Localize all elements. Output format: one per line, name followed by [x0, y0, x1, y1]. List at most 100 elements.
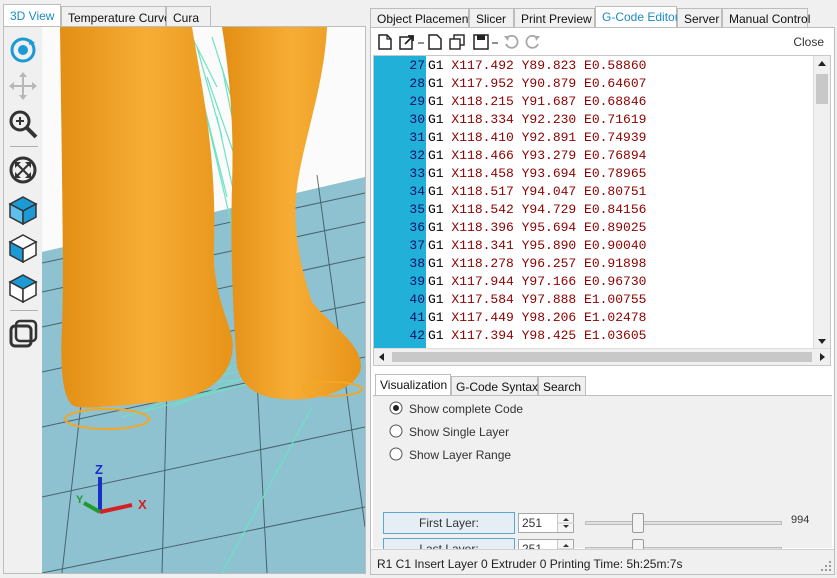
tab-print-preview[interactable]: Print Preview: [514, 8, 595, 29]
redo-icon[interactable]: [525, 34, 541, 50]
line-number: 32: [409, 148, 425, 163]
first-layer-slider-thumb[interactable]: [631, 513, 644, 533]
gcode-editor-panel: Close 2728293031323334353637383940414243…: [370, 27, 835, 575]
gcode-arguments: X118.466 Y93.279 E0.76894: [443, 148, 647, 163]
first-layer-stepper[interactable]: [557, 514, 574, 532]
export-icon[interactable]: [399, 34, 415, 50]
toolbar-divider: [10, 310, 38, 311]
gcode-command: G1: [428, 274, 444, 289]
gcode-arguments: X117.394 Y98.425 E1.03605: [443, 328, 647, 343]
new-file-icon[interactable]: [377, 34, 393, 50]
gcode-line[interactable]: G1 X118.396 Y95.694 E0.89025: [428, 219, 646, 237]
first-layer-slider-track[interactable]: [585, 521, 782, 525]
gcode-command: G1: [428, 202, 444, 217]
line-number: 29: [409, 94, 425, 109]
gcode-line[interactable]: G1 X118.278 Y96.257 E0.91898: [428, 255, 646, 273]
line-number: 39: [409, 274, 425, 289]
zoom-icon[interactable]: [8, 109, 38, 139]
show-complete-code-label: Show complete Code: [409, 402, 524, 416]
gcode-line[interactable]: G1 X118.410 Y92.891 E0.74939: [428, 129, 646, 147]
vertical-scroll-thumb[interactable]: [816, 74, 828, 104]
tab-server[interactable]: Server: [677, 8, 722, 29]
toolbar-divider: [10, 146, 38, 147]
gcode-command: G1: [428, 238, 444, 253]
scroll-down-icon[interactable]: [814, 333, 830, 349]
gcode-command: G1: [428, 328, 444, 343]
gcode-command: G1: [428, 256, 444, 271]
gcode-arguments: X118.215 Y91.687 E0.68846: [443, 94, 647, 109]
radio-show-complete-code[interactable]: [389, 401, 403, 415]
rotate-view-icon[interactable]: [8, 35, 38, 65]
copy-icon[interactable]: [449, 34, 465, 50]
gcode-arguments: X118.396 Y95.694 E0.89025: [443, 220, 647, 235]
horizontal-scrollbar[interactable]: [374, 348, 830, 365]
first-layer-spinner[interactable]: 251: [518, 513, 574, 533]
gcode-command: G1: [428, 112, 444, 127]
gcode-arguments: X118.341 Y95.890 E0.90040: [443, 238, 647, 253]
scroll-right-icon[interactable]: [814, 349, 830, 365]
gcode-arguments: X118.278 Y96.257 E0.91898: [443, 256, 647, 271]
toolbar-divider: [491, 34, 499, 50]
radio-show-single-layer[interactable]: [389, 424, 403, 438]
close-button[interactable]: Close: [793, 35, 824, 49]
gcode-line[interactable]: G1 X118.458 Y93.694 E0.78965: [428, 165, 646, 183]
tab-search[interactable]: Search: [538, 376, 586, 396]
front-view-cube-icon[interactable]: [8, 233, 38, 264]
gcode-line[interactable]: G1 X118.517 Y94.047 E0.80751: [428, 183, 646, 201]
tab-object-placement[interactable]: Object Placement: [370, 8, 472, 29]
fit-view-icon[interactable]: [8, 155, 38, 185]
file-icon[interactable]: [427, 34, 443, 50]
tab-temperature-curve[interactable]: Temperature Curve: [61, 6, 171, 28]
tab-cura[interactable]: Cura: [166, 6, 211, 28]
line-number: 38: [409, 256, 425, 271]
resize-grip-icon[interactable]: [820, 560, 832, 572]
gcode-line[interactable]: G1 X118.341 Y95.890 E0.90040: [428, 237, 646, 255]
iso-view-cube-icon[interactable]: [8, 195, 38, 226]
gcode-command: G1: [428, 310, 444, 325]
show-layer-range-label: Show Layer Range: [409, 448, 512, 462]
gcode-line[interactable]: G1 X117.492 Y89.823 E0.58860: [428, 57, 646, 75]
gcode-line[interactable]: G1 X117.584 Y97.888 E1.00755: [428, 291, 646, 309]
tab-manual-control[interactable]: Manual Control: [722, 8, 810, 29]
first-layer-value: 251: [522, 516, 543, 530]
gcode-command: G1: [428, 94, 444, 109]
gcode-text-editor[interactable]: 27282930313233343536373839404142434445 G…: [373, 55, 831, 366]
gcode-line[interactable]: G1 X117.944 Y97.166 E0.96730: [428, 273, 646, 291]
scroll-left-icon[interactable]: [374, 349, 390, 365]
tab-3d-view[interactable]: 3D View: [3, 4, 61, 28]
horizontal-scroll-thumb[interactable]: [392, 352, 812, 362]
vertical-scrollbar[interactable]: [813, 56, 830, 349]
view-toolbar: [4, 27, 42, 573]
tab-slicer[interactable]: Slicer: [469, 8, 514, 29]
line-number: 40: [409, 292, 425, 307]
show-single-layer-label: Show Single Layer: [409, 425, 510, 439]
tab-gcode-editor[interactable]: G-Code Editor: [595, 6, 679, 29]
first-layer-button[interactable]: First Layer:: [383, 512, 515, 534]
undo-icon[interactable]: [503, 34, 519, 50]
save-icon[interactable]: [473, 34, 489, 50]
gcode-line[interactable]: G1 X118.466 Y93.279 E0.76894: [428, 147, 646, 165]
top-view-cube-icon[interactable]: [8, 273, 38, 304]
gcode-arguments: X117.944 Y97.166 E0.96730: [443, 274, 647, 289]
right-tab-strip: Object Placement Slicer Print Preview G-…: [370, 2, 834, 29]
gcode-arguments: X118.334 Y92.230 E0.71619: [443, 112, 647, 127]
gcode-line[interactable]: G1 X117.394 Y98.425 E1.03605: [428, 327, 646, 345]
3d-viewport[interactable]: Z X Y: [42, 27, 365, 573]
line-number: 36: [409, 220, 425, 235]
tab-gcode-syntax[interactable]: G-Code Syntax: [451, 376, 538, 396]
gcode-line[interactable]: G1 X117.449 Y98.206 E1.02478: [428, 309, 646, 327]
radio-show-layer-range[interactable]: [389, 447, 403, 461]
gcode-arguments: X117.449 Y98.206 E1.02478: [443, 310, 647, 325]
line-number: 34: [409, 184, 425, 199]
view-3d-panel: Z X Y: [3, 26, 366, 574]
gcode-command: G1: [428, 184, 444, 199]
gcode-line[interactable]: G1 X117.952 Y90.879 E0.64607: [428, 75, 646, 93]
gcode-line[interactable]: G1 X118.334 Y92.230 E0.71619: [428, 111, 646, 129]
gcode-line[interactable]: G1 X118.215 Y91.687 E0.68846: [428, 93, 646, 111]
gcode-line[interactable]: G1 X118.542 Y94.729 E0.84156: [428, 201, 646, 219]
toggle-view-icon[interactable]: [8, 319, 38, 349]
scroll-up-icon[interactable]: [814, 56, 830, 72]
move-view-icon[interactable]: [8, 71, 38, 101]
tab-visualization[interactable]: Visualization: [375, 374, 451, 396]
x-axis-label: X: [138, 497, 147, 512]
